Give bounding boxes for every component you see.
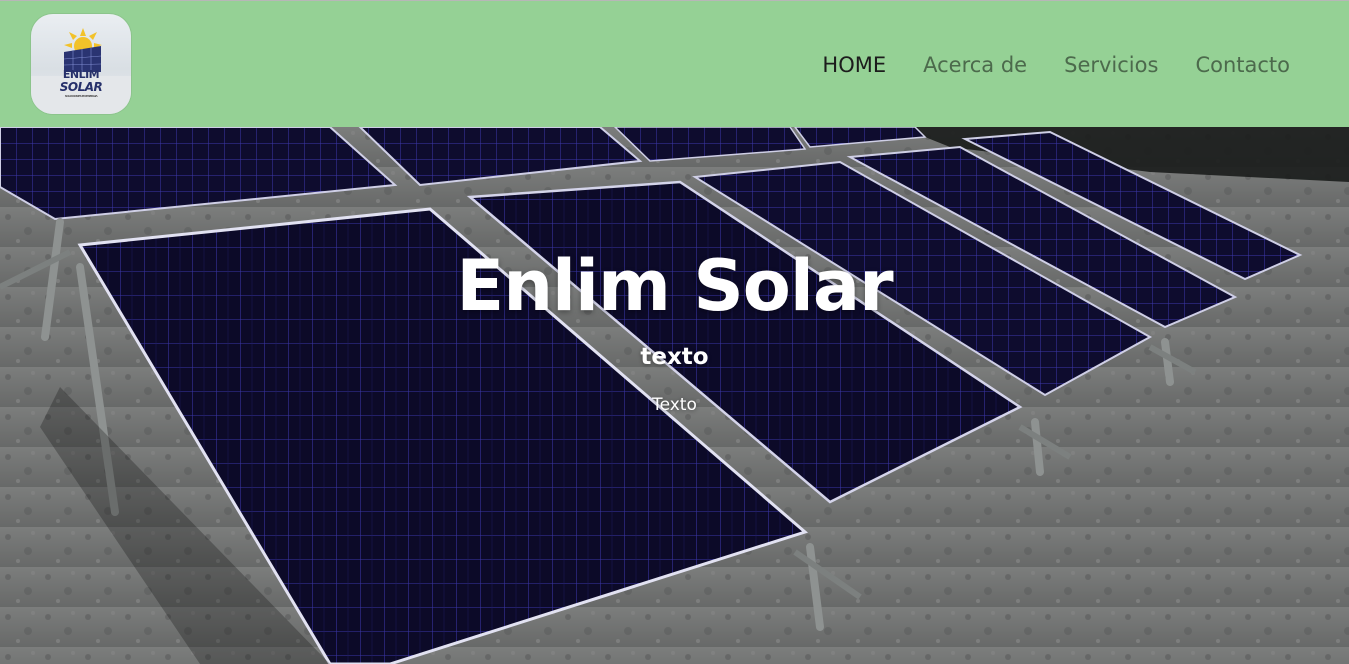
hero-title: Enlim Solar [456, 245, 893, 327]
nav-acerca-de[interactable]: Acerca de [923, 51, 1027, 79]
main-nav: HOME Acerca de Servicios Contacto [785, 51, 1290, 79]
logo-sun-panel-icon [31, 28, 131, 114]
hero-subtitle: texto [640, 344, 709, 370]
nav-servicios[interactable]: Servicios [1064, 51, 1158, 79]
logo-text-line2: SOLAR [59, 80, 103, 94]
site-header: ENLIM SOLAR SOLUCIONES EN ENERGIA HOME A… [0, 0, 1349, 127]
hero-body-text: Texto [652, 395, 697, 415]
nav-home[interactable]: HOME [822, 51, 886, 79]
hero-section: Enlim Solar texto Texto [0, 127, 1349, 664]
nav-contacto[interactable]: Contacto [1195, 51, 1290, 79]
logo-text-line3: SOLUCIONES EN ENERGIA [64, 94, 98, 98]
page: ENLIM SOLAR SOLUCIONES EN ENERGIA HOME A… [0, 0, 1349, 664]
logo[interactable]: ENLIM SOLAR SOLUCIONES EN ENERGIA [31, 14, 131, 114]
